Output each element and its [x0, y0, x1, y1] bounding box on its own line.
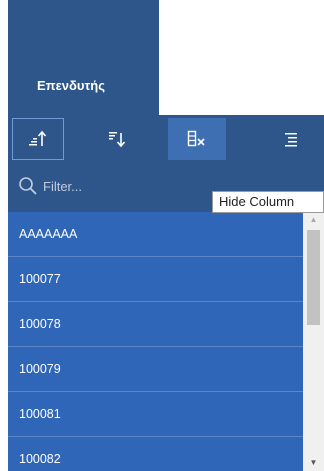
list-item[interactable]: AAAAAAA: [8, 212, 303, 257]
list-item[interactable]: 100081: [8, 392, 303, 437]
scroll-down-arrow-icon[interactable]: ▼: [303, 455, 324, 471]
scroll-thumb[interactable]: [307, 230, 320, 325]
sort-descending-icon: [109, 132, 126, 148]
scroll-up-arrow-icon[interactable]: ▲: [303, 212, 324, 228]
list-item[interactable]: 100082: [8, 437, 303, 471]
sort-ascending-button[interactable]: [12, 118, 64, 160]
list-item[interactable]: 100079: [8, 347, 303, 392]
value-list: AAAAAAA 100077 100078 100079 100081 1000…: [8, 212, 303, 471]
list-item[interactable]: 100077: [8, 257, 303, 302]
hide-column-button[interactable]: [168, 118, 226, 160]
hide-column-tooltip: Hide Column: [212, 191, 324, 213]
menu-icon: [285, 133, 297, 147]
vertical-scrollbar[interactable]: ▲ ▼: [303, 212, 324, 471]
column-header-title: Επενδυτής: [37, 78, 105, 93]
column-header[interactable]: Επενδυτής: [8, 0, 159, 115]
list-item[interactable]: 100078: [8, 302, 303, 347]
sort-ascending-icon: [29, 130, 47, 146]
column-toolbar: [8, 115, 324, 163]
sort-descending-button[interactable]: [92, 118, 144, 160]
hide-column-icon: [187, 130, 205, 147]
search-icon: [19, 177, 37, 195]
column-menu-button[interactable]: [264, 118, 316, 160]
filter-placeholder: Filter...: [43, 179, 83, 194]
